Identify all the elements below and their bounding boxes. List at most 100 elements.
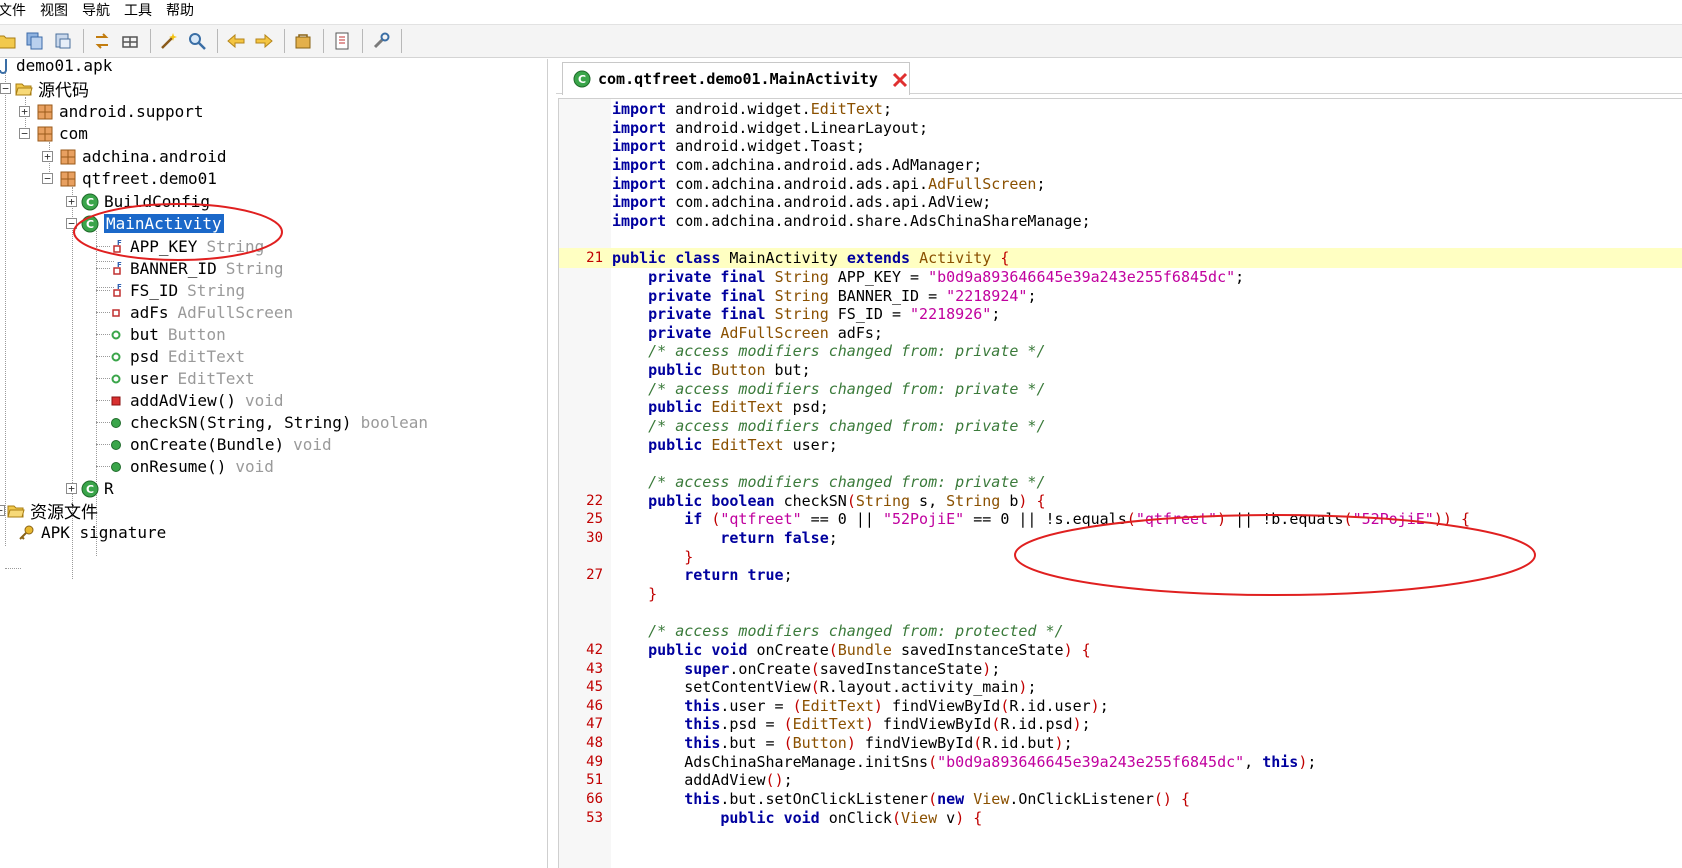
code-line: /* access modifiers changed from: privat… bbox=[559, 416, 1682, 436]
member-type: EditText bbox=[177, 369, 255, 388]
code-text: import com.adchina.android.ads.api.AdVie… bbox=[612, 193, 992, 211]
tree-node-member[interactable]: F APP_KEY String bbox=[107, 235, 264, 258]
code-text: private final String FS_ID = "2218926"; bbox=[648, 305, 1001, 323]
flatten-packages-icon[interactable] bbox=[117, 28, 143, 54]
code-text: addAdView(); bbox=[612, 771, 793, 789]
code-text: } bbox=[648, 585, 658, 603]
tree-node-source-code[interactable]: − 源代码 bbox=[0, 77, 89, 101]
code-text: this.user = (EditText) findViewById(R.id… bbox=[684, 697, 1109, 715]
code-line: import android.widget.LinearLayout; bbox=[559, 118, 1682, 138]
member-name: FS_ID bbox=[130, 281, 179, 300]
toolbar-separator bbox=[362, 29, 363, 53]
tree-node-member[interactable]: F FS_ID String bbox=[107, 279, 245, 302]
svg-text:F: F bbox=[117, 283, 122, 291]
close-icon[interactable] bbox=[891, 71, 909, 89]
tree-connector bbox=[5, 568, 21, 569]
code-line: private final String APP_KEY = "b0d9a893… bbox=[559, 267, 1682, 287]
menu-bar: 文件 视图 导航 工具 帮助 bbox=[0, 0, 1682, 22]
class-icon: C bbox=[81, 215, 99, 233]
open-file-icon[interactable] bbox=[0, 28, 20, 54]
code-line: private AdFullScreen adFs; bbox=[559, 323, 1682, 343]
class-icon: C bbox=[81, 480, 99, 498]
tree-node-main-activity[interactable]: − C MainActivity bbox=[66, 212, 224, 235]
tree-label-adchina-android: adchina.android bbox=[82, 147, 227, 166]
code-editor[interactable]: import android.widget.EditText; import an… bbox=[558, 98, 1682, 868]
preferences-icon[interactable] bbox=[368, 28, 394, 54]
menu-view[interactable]: 视图 bbox=[40, 0, 76, 22]
tree-node-qtfreet-demo01[interactable]: − qtfreet.demo01 bbox=[42, 167, 217, 190]
code-text: public EditText psd; bbox=[648, 398, 829, 416]
save-all-icon[interactable] bbox=[22, 28, 48, 54]
tree-node-member[interactable]: user EditText bbox=[107, 367, 255, 390]
tree-node-member[interactable]: onCreate(Bundle) void bbox=[107, 433, 332, 456]
member-type: void bbox=[244, 391, 284, 410]
line-number: 21 bbox=[586, 250, 603, 266]
code-line: 49 AdsChinaShareManage.initSns("b0d9a893… bbox=[559, 752, 1682, 772]
tree-node-android-support[interactable]: + android.support bbox=[19, 100, 204, 123]
line-number: 42 bbox=[586, 642, 603, 658]
code-line: import com.adchina.android.ads.api.AdVie… bbox=[559, 192, 1682, 212]
sync-icon[interactable] bbox=[89, 28, 115, 54]
expand-icon[interactable]: + bbox=[42, 151, 53, 162]
toolbar-separator bbox=[83, 29, 84, 53]
tree-node-member[interactable]: adFs AdFullScreen bbox=[107, 301, 293, 324]
search-icon[interactable] bbox=[184, 28, 210, 54]
tree-node-member[interactable]: psd EditText bbox=[107, 345, 245, 368]
collapse-icon[interactable]: − bbox=[42, 173, 53, 184]
expand-icon[interactable]: + bbox=[19, 106, 30, 117]
back-icon[interactable] bbox=[223, 28, 249, 54]
panel-splitter[interactable] bbox=[547, 59, 548, 868]
code-text: /* access modifiers changed from: privat… bbox=[648, 342, 1046, 360]
menu-help[interactable]: 帮助 bbox=[166, 0, 202, 22]
collapse-icon[interactable]: − bbox=[0, 83, 11, 94]
code-text: private AdFullScreen adFs; bbox=[648, 324, 883, 342]
tree-node-root[interactable]: demo01.apk bbox=[0, 59, 112, 77]
tree-node-r-class[interactable]: + C R bbox=[66, 477, 114, 500]
tree-node-resources[interactable]: + 资源文件 bbox=[0, 499, 98, 523]
tree-node-member[interactable]: addAdView() void bbox=[107, 389, 284, 412]
code-line: /* access modifiers changed from: protec… bbox=[559, 621, 1682, 641]
log-icon[interactable] bbox=[329, 28, 355, 54]
menu-tools[interactable]: 工具 bbox=[124, 0, 160, 22]
svg-text:C: C bbox=[578, 73, 586, 86]
editor-tab-main-activity[interactable]: C com.qtfreet.demo01.MainActivity bbox=[562, 62, 910, 95]
expand-icon[interactable]: + bbox=[66, 196, 77, 207]
code-text: super.onCreate(savedInstanceState); bbox=[684, 660, 1001, 678]
menu-navigation[interactable]: 导航 bbox=[82, 0, 118, 22]
tree-node-member[interactable]: onResume() void bbox=[107, 455, 274, 478]
svg-text:C: C bbox=[86, 196, 94, 209]
tree-node-member[interactable]: checkSN(String, String) boolean bbox=[107, 411, 428, 434]
expand-icon[interactable]: + bbox=[0, 505, 5, 516]
tree-node-apk-signature[interactable]: APK signature bbox=[18, 521, 166, 544]
code-text: public Button but; bbox=[648, 361, 811, 379]
forward-icon[interactable] bbox=[251, 28, 277, 54]
collapse-icon[interactable]: − bbox=[66, 218, 77, 229]
code-text: return true; bbox=[684, 566, 793, 584]
code-line: 21 public class MainActivity extends Acti… bbox=[559, 248, 1682, 268]
magic-wand-icon[interactable] bbox=[156, 28, 182, 54]
apk-file-icon bbox=[0, 59, 12, 75]
package-icon bbox=[36, 125, 54, 143]
menu-file[interactable]: 文件 bbox=[0, 0, 34, 22]
resource-folder-icon bbox=[7, 502, 25, 520]
member-name: user bbox=[130, 369, 169, 388]
deobfuscation-icon[interactable] bbox=[290, 28, 316, 54]
code-text: private final String APP_KEY = "b0d9a893… bbox=[648, 268, 1245, 286]
tree-node-member[interactable]: F BANNER_ID String bbox=[107, 257, 284, 280]
tree-node-com[interactable]: − com bbox=[19, 122, 88, 145]
class-icon: C bbox=[573, 70, 591, 88]
tree-node-adchina-android[interactable]: + adchina.android bbox=[42, 145, 227, 168]
code-line: /* access modifiers changed from: privat… bbox=[559, 379, 1682, 399]
line-number: 22 bbox=[586, 493, 603, 509]
code-text: private final String BANNER_ID = "221892… bbox=[648, 287, 1037, 305]
tree-node-member[interactable]: but Button bbox=[107, 323, 226, 346]
member-name: checkSN(String, String) bbox=[130, 413, 352, 432]
code-line: public EditText user; bbox=[559, 435, 1682, 455]
code-line: 48 this.but = (Button) findViewById(R.id… bbox=[559, 733, 1682, 753]
expand-icon[interactable]: + bbox=[66, 483, 77, 494]
collapse-icon[interactable]: − bbox=[19, 128, 30, 139]
member-name: onCreate(Bundle) bbox=[130, 435, 285, 454]
export-icon[interactable] bbox=[50, 28, 76, 54]
tree-node-build-config[interactable]: + C BuildConfig bbox=[66, 190, 210, 213]
